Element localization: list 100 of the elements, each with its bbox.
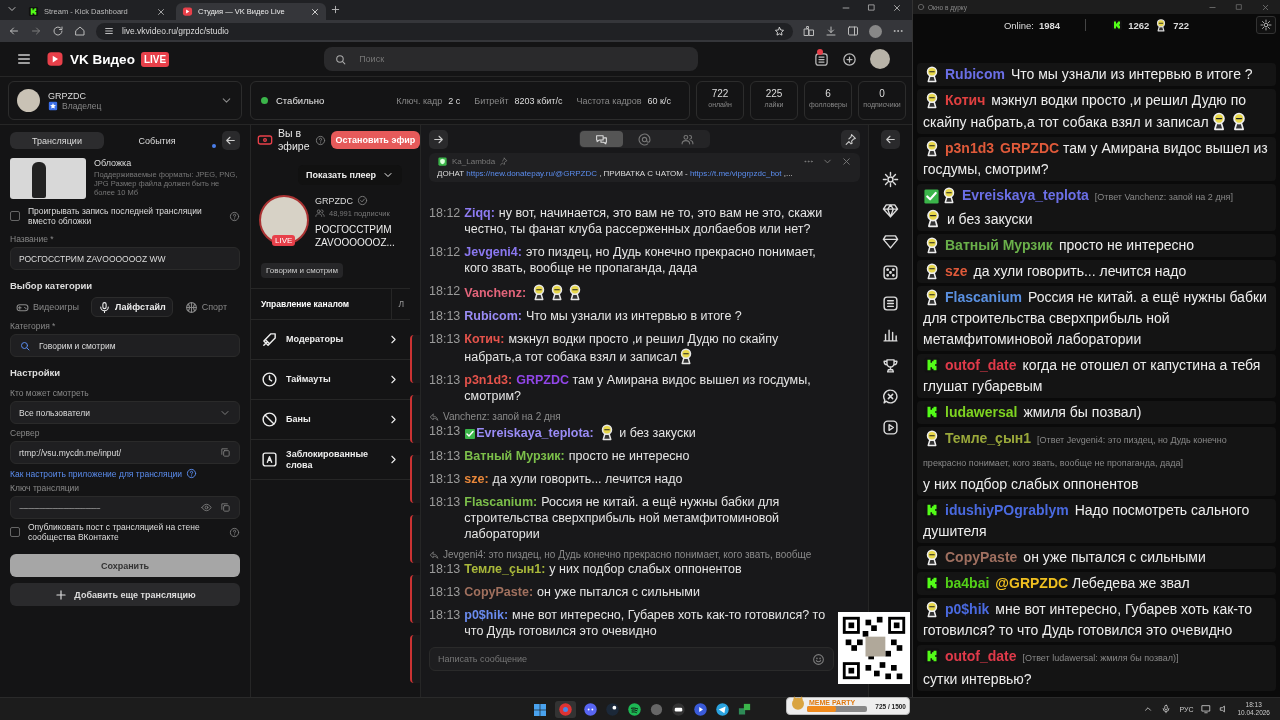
- audience-select[interactable]: Все пользователи: [10, 401, 240, 424]
- help-icon[interactable]: [229, 526, 240, 538]
- plus-icon: [54, 587, 69, 602]
- account-card[interactable]: GRPZDC Владелец: [8, 81, 242, 120]
- collapse-button[interactable]: [221, 131, 240, 150]
- new-tab-icon[interactable]: [330, 4, 341, 15]
- settings-icon[interactable]: [882, 171, 899, 188]
- message-field[interactable]: Написать сообщение: [429, 647, 834, 671]
- bookmark-star-icon[interactable]: [774, 25, 785, 37]
- add-stream-button[interactable]: Добавить еще трансляцию: [10, 583, 240, 606]
- monitor-icon[interactable]: [1201, 704, 1212, 714]
- close-icon[interactable]: [156, 6, 166, 17]
- list-icon[interactable]: [882, 295, 899, 312]
- copy-icon[interactable]: [220, 447, 231, 458]
- dice-icon[interactable]: [882, 264, 899, 281]
- extensions-icon[interactable]: [803, 25, 815, 37]
- chat-message: ba4bai @GRPZDC Лебедева же звал: [917, 572, 1276, 595]
- close-icon[interactable]: [310, 6, 320, 17]
- reply-preview: Vanchenz: запой на 2 дня: [443, 411, 561, 422]
- category-tab[interactable]: Лайфстайл: [91, 297, 173, 317]
- help-icon[interactable]: [229, 210, 240, 222]
- chat-tab[interactable]: [580, 131, 623, 147]
- account-name: GRPZDC: [48, 90, 87, 101]
- menu-icon[interactable]: [16, 51, 32, 67]
- setup-link[interactable]: Как настроить приложение для трансляции: [10, 468, 183, 479]
- category-tab[interactable]: Видеоигры: [10, 297, 86, 317]
- recorder-app-icon[interactable]: [671, 702, 686, 717]
- link[interactable]: https://t.me/vipgrpzdc_bot: [689, 169, 782, 178]
- panel-tab[interactable]: Л: [391, 288, 410, 320]
- metric-label: Битрейт: [474, 95, 509, 106]
- show-player-button[interactable]: Показать плеер: [298, 165, 402, 185]
- panel-tab[interactable]: События: [110, 132, 205, 149]
- category-field[interactable]: Говорим и смотрим: [10, 334, 240, 357]
- menu-item[interactable]: Таймауты: [251, 360, 410, 400]
- server-field[interactable]: rtmp://vsu.mycdn.me/input/: [10, 441, 240, 464]
- profile-avatar[interactable]: [869, 24, 882, 38]
- maximize-icon[interactable]: [867, 2, 876, 12]
- chat-message: p0$hik: мне вот интересно, Губарев хоть как-то готовился? то что Дудь готовился это очевидно: [464, 607, 826, 639]
- back-icon[interactable]: [8, 25, 20, 37]
- link[interactable]: https://new.donatepay.ru/@GRPZDC: [466, 169, 597, 178]
- eye-icon[interactable]: [201, 502, 212, 513]
- copy-icon[interactable]: [220, 502, 231, 513]
- menu-item[interactable]: Модераторы: [251, 320, 410, 360]
- message-text: , ПРИВАТКА С ЧАТОМ -: [598, 169, 689, 178]
- metric-value: 2 с: [448, 95, 461, 106]
- add-icon[interactable]: [842, 51, 857, 67]
- avatar: [259, 195, 309, 245]
- kick-logo-icon: [1111, 19, 1124, 31]
- chat-app-icon[interactable]: [583, 702, 598, 717]
- microphone-icon[interactable]: [1161, 704, 1172, 714]
- panel-tab[interactable]: Трансляции: [10, 132, 105, 149]
- messenger-icon[interactable]: [715, 702, 730, 717]
- close-icon[interactable]: [841, 156, 852, 167]
- media-app-icon[interactable]: [649, 702, 664, 717]
- start-icon[interactable]: [532, 701, 548, 718]
- help-icon[interactable]: [314, 134, 326, 146]
- field-label: Ключ трансляции: [10, 483, 81, 493]
- cover-thumbnail[interactable]: [10, 158, 86, 199]
- play-icon[interactable]: [882, 419, 899, 436]
- chat-message: Ziqq: ну вот, начинается, это вам не то, это вам не это, скажи честно, ты фанат клуба рассерженных долбаебов или нет?: [464, 205, 824, 237]
- avatar[interactable]: [870, 49, 890, 69]
- menu-item[interactable]: Заблокированные слова: [251, 440, 410, 480]
- browser-taskbar-button[interactable]: [555, 701, 576, 718]
- address-bar[interactable]: live.vkvideo.ru/grpzdc/studio: [96, 22, 793, 40]
- download-icon[interactable]: [825, 25, 837, 37]
- panel-tab[interactable]: Управление каналом: [251, 299, 392, 309]
- key-field[interactable]: --------------------------------------------: [10, 496, 240, 519]
- caret-up-icon[interactable]: [1143, 704, 1154, 714]
- chat-close-icon[interactable]: [882, 388, 899, 405]
- sidebar-icon[interactable]: [847, 25, 859, 37]
- chat-message: ludawersal жмиля бы позвал): [917, 401, 1276, 424]
- chat-message: Rubicom: Что мы узнали из интервью в итоге ?: [464, 308, 743, 324]
- counter-value: 722: [710, 88, 730, 99]
- diamond-icon[interactable]: [882, 202, 899, 219]
- pin-button[interactable]: [841, 129, 860, 149]
- checkbox[interactable]: [10, 527, 20, 537]
- save-button[interactable]: Сохранить: [10, 554, 240, 577]
- clock-icon: [261, 371, 278, 388]
- notifications-icon[interactable]: [814, 51, 829, 67]
- music-app-icon[interactable]: [627, 702, 642, 717]
- game-launcher-icon[interactable]: [605, 702, 620, 717]
- settings-button[interactable]: [1256, 16, 1276, 34]
- home-icon[interactable]: [74, 25, 86, 37]
- ban-icon: [261, 411, 278, 428]
- figure-drawing: [32, 162, 46, 198]
- trophy-icon[interactable]: [882, 357, 899, 374]
- category-tab[interactable]: Спорт: [178, 297, 233, 317]
- gem-icon[interactable]: [882, 233, 899, 250]
- player-app-icon[interactable]: [693, 702, 708, 717]
- expand-button[interactable]: [429, 129, 448, 149]
- stop-stream-button[interactable]: Остановить эфир: [330, 131, 421, 149]
- online-label: Online:: [1003, 19, 1034, 31]
- close-icon[interactable]: [892, 2, 902, 13]
- window-switcher-icon[interactable]: [737, 702, 752, 717]
- checkbox[interactable]: [10, 211, 20, 221]
- title-field[interactable]: РОСГОССТРИМ ZAVOOOOOOZ WW: [10, 247, 240, 270]
- help-icon[interactable]: [186, 468, 198, 479]
- collapse-button[interactable]: [881, 130, 900, 149]
- emoji-icon[interactable]: [812, 652, 825, 666]
- reload-icon[interactable]: [52, 25, 64, 37]
